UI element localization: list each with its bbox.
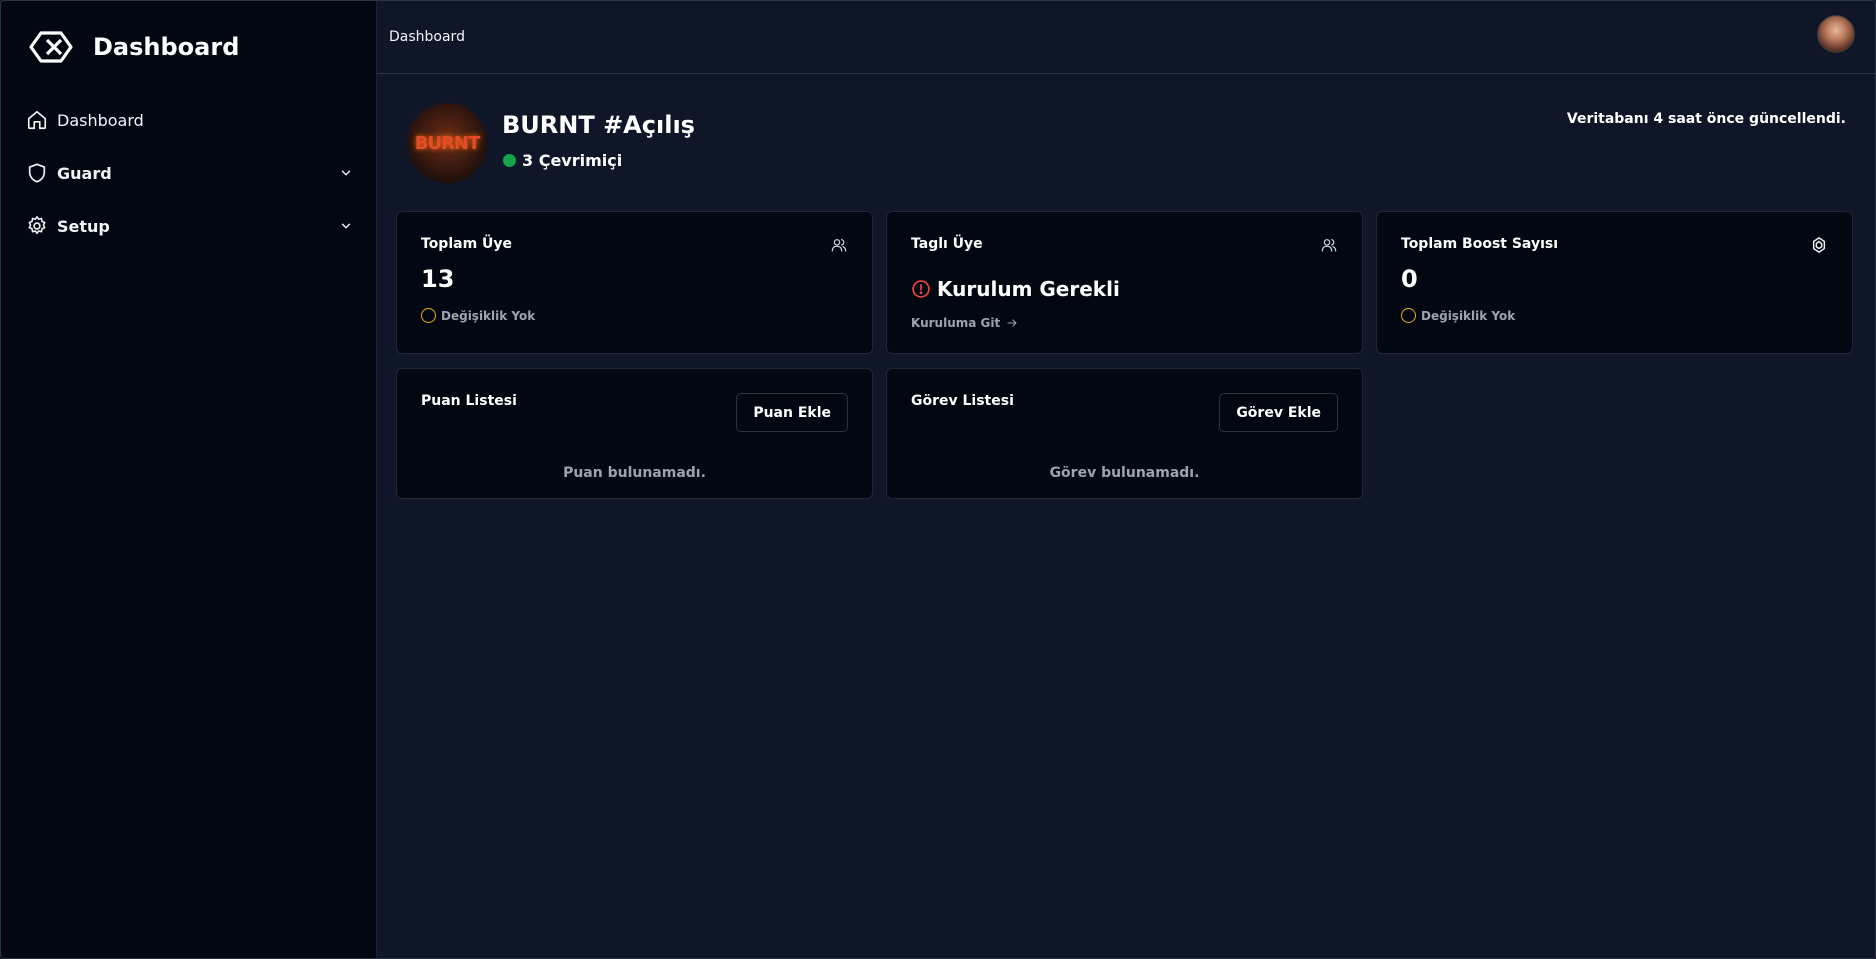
online-status: 3 Çevrimiçi xyxy=(503,151,622,170)
add-points-button[interactable]: Puan Ekle xyxy=(736,393,848,432)
server-avatar: BURNT xyxy=(407,103,487,183)
topbar: Dashboard xyxy=(377,1,1875,74)
server-logo-text: BURNT xyxy=(414,132,481,154)
user-avatar[interactable] xyxy=(1817,15,1855,53)
alert-circle-icon xyxy=(911,279,931,299)
chevron-down-icon[interactable] xyxy=(337,217,355,235)
card-title: Toplam Boost Sayısı xyxy=(1401,236,1559,252)
total-members-card: Toplam Üye 13 Değişiklik Yok xyxy=(396,211,873,354)
go-to-setup-link[interactable]: Kuruluma Git xyxy=(911,316,1018,330)
gear-icon xyxy=(25,214,49,238)
empty-state-text: Görev bulunamadı. xyxy=(1049,465,1200,481)
boost-count-card: Toplam Boost Sayısı 0 Değişiklik Yok xyxy=(1376,211,1853,354)
points-list-card: Puan Listesi Puan Ekle Puan bulunamadı. xyxy=(396,368,873,499)
home-icon xyxy=(25,108,49,132)
brand-logo-icon xyxy=(27,27,75,67)
change-indicator: Değişiklik Yok xyxy=(1401,308,1515,323)
sidebar-item-dashboard[interactable]: Dashboard xyxy=(25,105,355,135)
empty-state-text: Puan bulunamadı. xyxy=(563,465,706,481)
neutral-ring-icon xyxy=(421,308,436,323)
db-updated-text: Veritabanı 4 saat önce güncellendi. xyxy=(1566,111,1846,127)
tasks-list-card: Görev Listesi Görev Ekle Görev bulunamad… xyxy=(886,368,1363,499)
online-dot-icon xyxy=(503,154,516,167)
warning-text: Kurulum Gerekli xyxy=(937,277,1120,301)
users-icon xyxy=(830,236,848,254)
link-text: Kuruluma Git xyxy=(911,316,1001,330)
sidebar: Dashboard Dashboard Guard Setup xyxy=(1,1,377,958)
sidebar-item-guard[interactable]: Guard xyxy=(25,158,355,188)
brand-title: Dashboard xyxy=(93,33,240,61)
boost-gem-icon xyxy=(1810,236,1828,254)
sidebar-item-label: Setup xyxy=(57,216,110,236)
change-indicator: Değişiklik Yok xyxy=(421,308,535,323)
card-title: Puan Listesi xyxy=(421,393,517,409)
app-window: Dashboard Dashboard Guard Setup Dashboar… xyxy=(0,0,1876,959)
card-value: 0 xyxy=(1401,265,1418,293)
neutral-ring-icon xyxy=(1401,308,1416,323)
server-name: BURNT #Açılış xyxy=(502,111,695,139)
card-title: Görev Listesi xyxy=(911,393,1014,409)
shield-icon xyxy=(25,161,49,185)
main-content: BURNT BURNT #Açılış 3 Çevrimiçi Veritaba… xyxy=(377,75,1875,958)
setup-required: Kurulum Gerekli xyxy=(911,277,1120,301)
sidebar-item-label: Guard xyxy=(57,163,112,183)
brand[interactable]: Dashboard xyxy=(27,27,239,67)
online-count: 3 Çevrimiçi xyxy=(522,151,623,170)
sidebar-item-label: Dashboard xyxy=(57,110,144,130)
arrow-right-icon xyxy=(1006,317,1018,329)
tagged-members-card: Taglı Üye Kurulum Gerekli Kuruluma Git xyxy=(886,211,1363,354)
card-value: 13 xyxy=(421,265,455,293)
change-text: Değişiklik Yok xyxy=(1421,308,1516,323)
change-text: Değişiklik Yok xyxy=(441,308,536,323)
users-icon xyxy=(1320,236,1338,254)
breadcrumb: Dashboard xyxy=(389,29,465,45)
sidebar-nav: Dashboard Guard Setup xyxy=(25,105,355,264)
sidebar-item-setup[interactable]: Setup xyxy=(25,211,355,241)
add-task-button[interactable]: Görev Ekle xyxy=(1219,393,1338,432)
card-title: Toplam Üye xyxy=(421,236,513,252)
chevron-down-icon[interactable] xyxy=(337,164,355,182)
card-title: Taglı Üye xyxy=(911,236,983,252)
